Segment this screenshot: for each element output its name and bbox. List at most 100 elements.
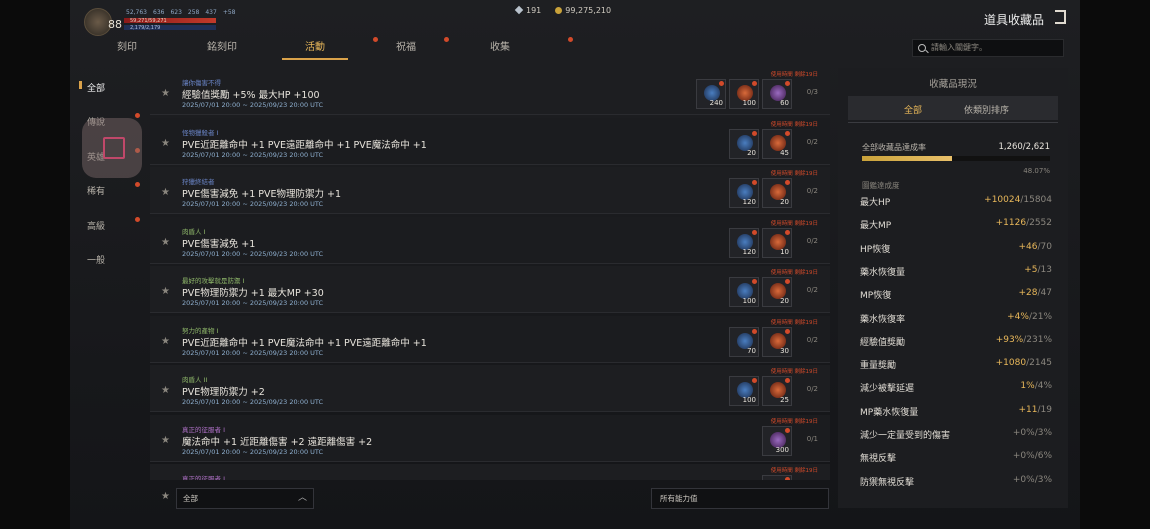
collection-row[interactable]: ★ 讓你傷害不得 經驗值獎勵 +5% 最大HP +100 2025/07/01 … [150, 68, 830, 115]
notification-dot [135, 217, 140, 222]
material-slot[interactable]: 120 [729, 178, 759, 208]
favorite-star-icon[interactable]: ★ [161, 286, 170, 297]
material-slot[interactable]: 45 [762, 128, 792, 159]
favorite-star-icon[interactable]: ★ [161, 88, 170, 99]
collection-period: 2025/07/01 20:00 ~ 2025/09/23 20:00 UTC [182, 398, 324, 406]
favorite-star-icon[interactable]: ★ [161, 138, 170, 149]
currency-bar: 191 99,275,210 [514, 5, 611, 15]
stat-value: +1080/2145 [995, 358, 1052, 369]
notification-dot [752, 378, 757, 383]
tab-collect[interactable]: 收集 [465, 37, 573, 53]
material-slot[interactable]: 25 [762, 376, 792, 406]
tab-event[interactable]: 活動 [280, 37, 378, 53]
sidebar-item-all[interactable]: 全部 [87, 81, 105, 94]
notification-dot [752, 130, 757, 136]
material-slot[interactable]: 70 [729, 326, 759, 357]
chevron-up-icon: ︿ [297, 493, 307, 503]
material-slot[interactable]: 100 [729, 79, 759, 109]
stat-label: 經驗值獎勵 [860, 337, 906, 348]
collection-row[interactable]: ★ 努力的產物 I PVE近距離命中 +1 PVE魔法命中 +1 PVE遠距離命… [150, 315, 830, 363]
collection-period: 2025/07/01 20:00 ~ 2025/09/23 20:00 UTC [182, 101, 324, 109]
collection-row[interactable]: ★ 真正的征服者 I 使用時間 剩餘19日 [150, 464, 830, 480]
character-stats: 52,763 636 623 258 437 +58 [126, 9, 235, 16]
notification-dot [785, 328, 790, 334]
stat-value: +4%/21% [1007, 311, 1052, 322]
material-quantity: 70 [747, 346, 756, 355]
tab-engrave[interactable]: 刻印 [92, 38, 162, 53]
material-slot[interactable]: 20 [729, 128, 759, 159]
exit-icon[interactable] [1055, 10, 1066, 24]
collection-row[interactable]: ★ 肉盾人 II PVE物理防禦力 +2 2025/07/01 20:00 ~ … [150, 365, 830, 412]
favorite-star-icon[interactable]: ★ [161, 336, 170, 347]
material-quantity: 240 [709, 99, 723, 107]
collection-row[interactable]: ★ 狩獵終結者 PVE傷害減免 +1 PVE物理防禦力 +1 2025/07/0… [150, 167, 830, 214]
overall-rate-label: 全部收藏品達成率 [862, 143, 926, 152]
panel-title: 收藏品現況 [929, 79, 977, 90]
material-slots: 120 10 [729, 227, 792, 258]
time-remaining: 使用時間 剩餘19日 [770, 270, 818, 276]
game-window: 88 52,763 636 623 258 437 +58 59,271/59,… [70, 0, 1080, 529]
material-slot[interactable]: 20 [762, 178, 792, 208]
stat-row: 經驗值獎勵 +93%/231% [860, 335, 1052, 351]
tab-inscription[interactable]: 銘刻印 [187, 38, 257, 53]
stat-row: MP恢復 +28/47 [860, 288, 1052, 304]
panel-tab-all[interactable]: 全部 [904, 103, 922, 116]
stat-label: HP恢復 [860, 244, 891, 255]
sidebar-item-normal[interactable]: 一般 [87, 253, 105, 266]
ability-filter-select[interactable]: 所有能力值 [651, 488, 829, 509]
tab-blessing[interactable]: 祝福 [371, 37, 449, 53]
collection-row[interactable]: ★ 怪物獵殺者 I PVE近距離命中 +1 PVE遠距離命中 +1 PVE魔法命… [150, 117, 830, 165]
bottom-bar: ★ 全部 ︿ 所有能力值 [150, 486, 830, 510]
floating-cast-button[interactable] [82, 118, 142, 178]
material-slot[interactable] [762, 475, 792, 480]
collection-row[interactable]: ★ 肉盾人 I PVE傷害減免 +1 2025/07/01 20:00 ~ 20… [150, 216, 830, 264]
collection-row[interactable]: ★ 真正的征服者 I 魔法命中 +1 近距離傷害 +2 遠距離傷害 +2 202… [150, 414, 830, 462]
sidebar-item-rare[interactable]: 稀有 [87, 182, 140, 197]
stat-value: +58 [222, 9, 236, 16]
collection-row[interactable]: ★ 最好的攻擊就是防禦 I PVE物理防禦力 +1 最大MP +30 2025/… [150, 266, 830, 313]
sidebar-item-advanced[interactable]: 高級 [87, 217, 140, 232]
stat-value: +0%/3% [1012, 474, 1052, 485]
page-title: 道具收藏品 [983, 13, 1044, 27]
collection-progress: 0/2 [806, 236, 818, 245]
collection-status-panel: 收藏品現況 全部 依類別排序 全部收藏品達成率 1,260/2,621 48.0… [838, 68, 1068, 508]
material-quantity: 20 [780, 297, 789, 305]
stat-label: 藥水恢復量 [860, 267, 906, 278]
notification-dot [135, 182, 140, 187]
grade-filter-select[interactable]: 全部 ︿ [176, 488, 314, 509]
favorite-star-icon[interactable]: ★ [161, 435, 170, 446]
material-slot[interactable]: 60 [762, 79, 792, 109]
favorite-star-icon[interactable]: ★ [161, 385, 170, 396]
material-slot[interactable]: 120 [729, 227, 759, 258]
material-slot[interactable]: 300 [762, 425, 792, 456]
collection-effect: 經驗值獎勵 +5% 最大HP +100 [182, 90, 320, 101]
material-slots: 70 30 [729, 326, 792, 357]
material-slot[interactable]: 30 [762, 326, 792, 357]
material-slot[interactable]: 100 [729, 376, 759, 406]
material-slot[interactable]: 20 [762, 277, 792, 307]
collection-period: 2025/07/01 20:00 ~ 2025/09/23 20:00 UTC [182, 249, 324, 258]
collection-name: 怪物獵殺者 I [182, 128, 219, 137]
notification-dot [785, 378, 790, 383]
material-slot[interactable]: 100 [729, 277, 759, 307]
gem-count: 191 [514, 5, 541, 15]
stat-row: 防禦無視反擊 +0%/3% [860, 475, 1052, 491]
search-input[interactable]: 請輸入關鍵字。 [912, 39, 1064, 57]
panel-tab-sort-by-category[interactable]: 依類別排序 [964, 103, 1009, 116]
hp-text: 59,271/59,271 [130, 18, 167, 24]
material-slot[interactable]: 240 [696, 79, 726, 109]
collection-name: 真正的征服者 I [182, 425, 225, 434]
collection-name: 肉盾人 II [182, 376, 208, 384]
notification-dot [785, 229, 790, 235]
overall-rate-value: 1,260/2,621 [998, 142, 1050, 152]
material-quantity: 100 [742, 99, 756, 107]
favorite-filter-star-icon[interactable]: ★ [161, 491, 170, 502]
notification-dot [568, 37, 573, 42]
favorite-star-icon[interactable]: ★ [161, 187, 170, 198]
active-tab-indicator [282, 58, 348, 60]
stat-value: +0%/3% [1012, 428, 1052, 438]
favorite-star-icon[interactable]: ★ [161, 237, 170, 248]
material-slot[interactable]: 10 [762, 227, 792, 258]
stat-value: 437 [205, 9, 217, 16]
collection-name: 努力的產物 I [182, 326, 219, 335]
